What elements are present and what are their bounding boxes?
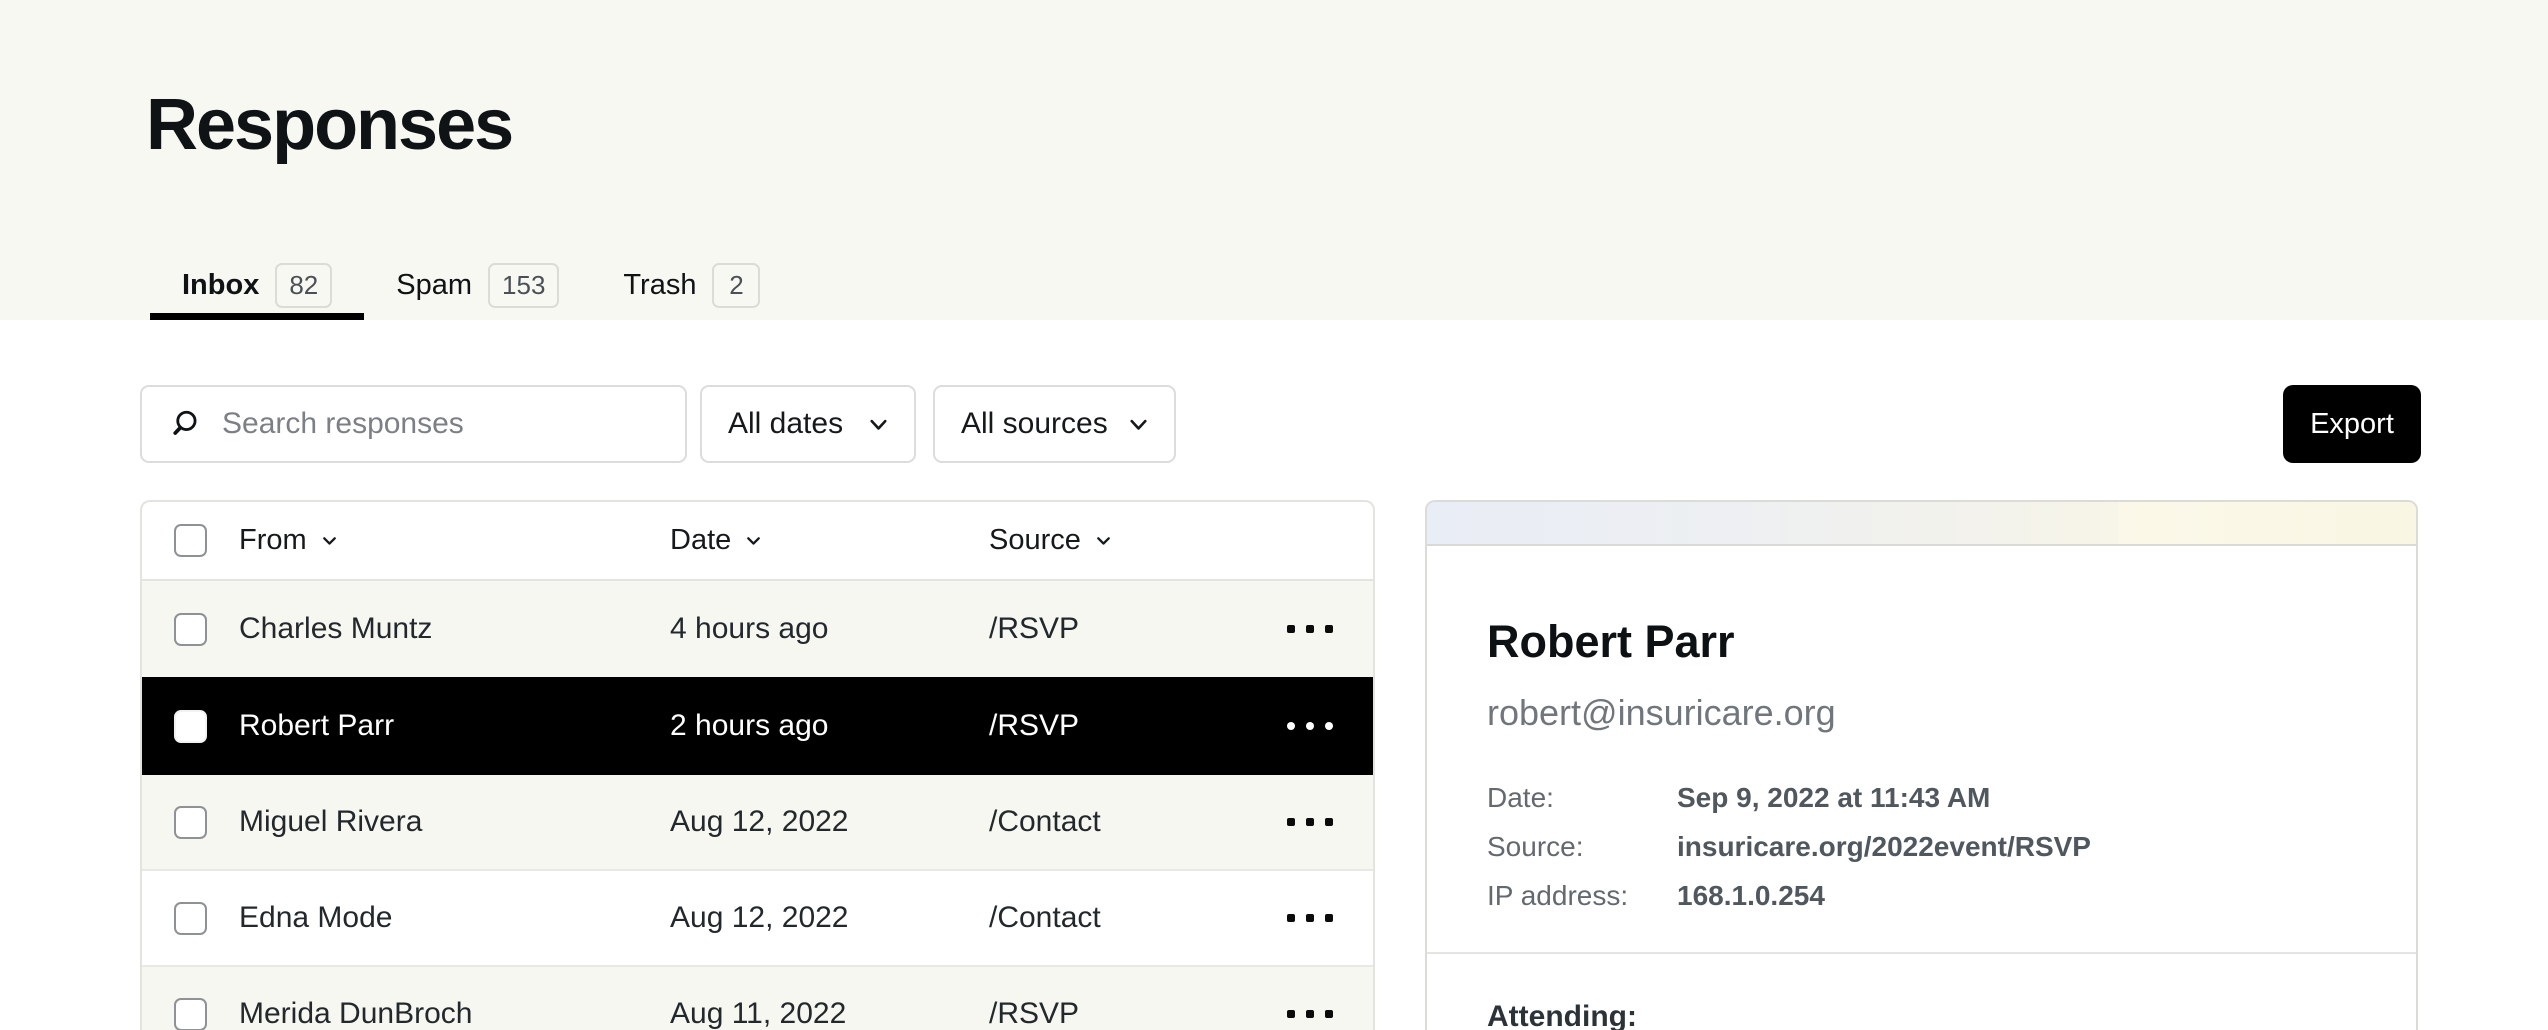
row-from: Edna Mode bbox=[239, 901, 670, 935]
row-actions-menu-icon[interactable] bbox=[1287, 1010, 1373, 1018]
page-header: Responses Inbox 82 Spam 153 Trash 2 bbox=[0, 0, 2548, 320]
select-all-checkbox[interactable] bbox=[174, 524, 207, 557]
row-source: /Contact bbox=[989, 901, 1287, 935]
tab-inbox-label: Inbox bbox=[182, 269, 259, 302]
row-actions-menu-icon[interactable] bbox=[1287, 625, 1373, 633]
tab-spam[interactable]: Spam 153 bbox=[364, 250, 591, 320]
meta-source-label: Source: bbox=[1487, 831, 1677, 863]
detail-respondent-email: robert@insuricare.org bbox=[1487, 692, 2356, 734]
export-button[interactable]: Export bbox=[2283, 385, 2421, 463]
tab-trash-count-badge: 2 bbox=[712, 263, 760, 308]
meta-source-value: insuricare.org/2022event/RSVP bbox=[1677, 831, 2091, 863]
meta-ip-value: 168.1.0.254 bbox=[1677, 880, 1825, 912]
row-actions-menu-icon[interactable] bbox=[1287, 722, 1373, 730]
detail-gradient-banner bbox=[1427, 502, 2416, 546]
row-from: Charles Muntz bbox=[239, 612, 670, 646]
chevron-down-icon bbox=[865, 411, 892, 438]
table-row[interactable]: Miguel Rivera Aug 12, 2022 /Contact bbox=[142, 773, 1373, 869]
row-source: /RSVP bbox=[989, 709, 1287, 743]
tab-trash[interactable]: Trash 2 bbox=[591, 250, 792, 320]
search-input[interactable] bbox=[222, 407, 685, 441]
row-from: Robert Parr bbox=[239, 709, 670, 743]
column-header-source[interactable]: Source bbox=[989, 524, 1287, 557]
responses-app: Responses Inbox 82 Spam 153 Trash 2 bbox=[0, 0, 2548, 1030]
source-filter-dropdown[interactable]: All sources bbox=[933, 385, 1176, 463]
table-row[interactable]: Charles Muntz 4 hours ago /RSVP bbox=[142, 581, 1373, 677]
chevron-down-icon bbox=[743, 530, 764, 551]
table-header-row: From Date Source bbox=[142, 502, 1373, 581]
chevron-down-icon bbox=[1125, 411, 1152, 438]
row-checkbox[interactable] bbox=[174, 998, 207, 1030]
date-filter-dropdown[interactable]: All dates bbox=[700, 385, 916, 463]
row-date: Aug 12, 2022 bbox=[670, 901, 989, 935]
toolbar: All dates All sources Export bbox=[140, 385, 2421, 463]
date-filter-value: All dates bbox=[728, 407, 843, 441]
search-icon bbox=[168, 407, 202, 441]
source-filter-value: All sources bbox=[961, 407, 1108, 441]
row-actions-menu-icon[interactable] bbox=[1287, 914, 1373, 922]
tab-inbox-count-badge: 82 bbox=[275, 263, 332, 308]
row-actions-menu-icon[interactable] bbox=[1287, 818, 1373, 826]
row-date: Aug 12, 2022 bbox=[670, 805, 989, 839]
meta-date-value: Sep 9, 2022 at 11:43 AM bbox=[1677, 782, 1990, 814]
row-source: /RSVP bbox=[989, 997, 1287, 1030]
tab-inbox[interactable]: Inbox 82 bbox=[150, 250, 364, 320]
row-from: Miguel Rivera bbox=[239, 805, 670, 839]
meta-ip-label: IP address: bbox=[1487, 880, 1677, 912]
tab-trash-label: Trash bbox=[623, 269, 696, 302]
row-checkbox[interactable] bbox=[174, 806, 207, 839]
row-checkbox[interactable] bbox=[174, 902, 207, 935]
tab-spam-count-badge: 153 bbox=[488, 263, 559, 308]
detail-attending-heading: Attending: bbox=[1487, 1000, 2356, 1030]
chevron-down-icon bbox=[1093, 530, 1114, 551]
row-date: 4 hours ago bbox=[670, 612, 989, 646]
row-source: /Contact bbox=[989, 805, 1287, 839]
column-header-from[interactable]: From bbox=[239, 524, 670, 557]
page-title: Responses bbox=[146, 84, 512, 166]
table-row-selected[interactable]: Robert Parr 2 hours ago /RSVP bbox=[142, 677, 1373, 773]
tab-bar: Inbox 82 Spam 153 Trash 2 bbox=[150, 250, 792, 320]
row-source: /RSVP bbox=[989, 612, 1287, 646]
tab-spam-label: Spam bbox=[396, 269, 472, 302]
meta-date-label: Date: bbox=[1487, 782, 1677, 814]
search-box[interactable] bbox=[140, 385, 687, 463]
table-row[interactable]: Merida DunBroch Aug 11, 2022 /RSVP bbox=[142, 965, 1373, 1030]
response-detail-panel: Robert Parr robert@insuricare.org Date: … bbox=[1425, 500, 2418, 1030]
detail-respondent-name: Robert Parr bbox=[1487, 616, 2356, 668]
table-row[interactable]: Edna Mode Aug 12, 2022 /Contact bbox=[142, 869, 1373, 965]
responses-table: From Date Source Charles Muntz bbox=[140, 500, 1375, 1030]
detail-meta: Date: Sep 9, 2022 at 11:43 AM Source: in… bbox=[1487, 782, 2356, 912]
row-checkbox[interactable] bbox=[174, 613, 207, 646]
row-date: Aug 11, 2022 bbox=[670, 997, 989, 1030]
chevron-down-icon bbox=[319, 530, 340, 551]
detail-divider bbox=[1427, 952, 2416, 954]
row-date: 2 hours ago bbox=[670, 709, 989, 743]
row-checkbox[interactable] bbox=[174, 710, 207, 743]
column-header-date[interactable]: Date bbox=[670, 524, 989, 557]
row-from: Merida DunBroch bbox=[239, 997, 670, 1030]
